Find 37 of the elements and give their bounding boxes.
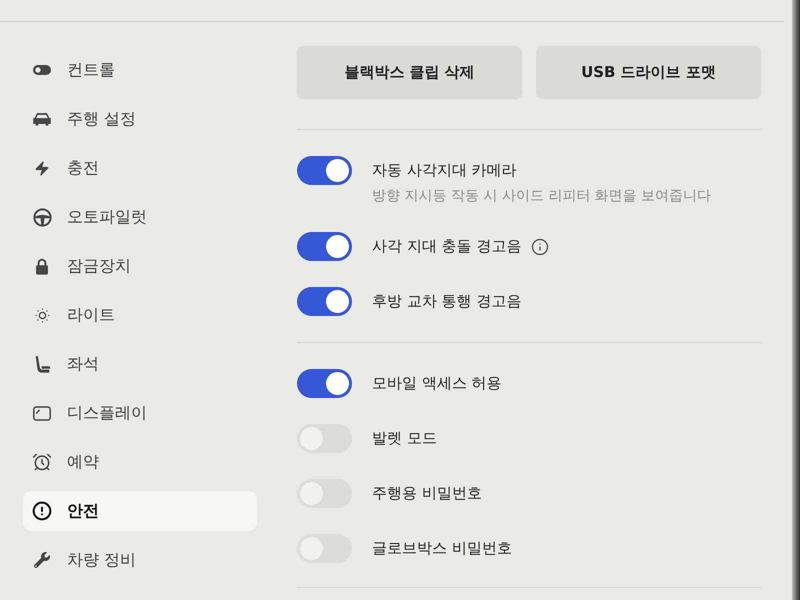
alarm-clock-icon [32,452,52,472]
sidebar-item[interactable]: 오토파일럿 [23,197,153,237]
toggle-switch[interactable] [297,287,352,316]
wrench-icon [34,552,50,568]
sidebar-item[interactable]: 라이트 [23,295,121,335]
sidebar-item[interactable]: 충전 [23,148,105,188]
sidebar-item[interactable]: 주행 설정 [23,99,142,139]
setting-description: 방향 지시등 작동 시 사이드 리피터 화면을 보여줍니다 [372,187,712,206]
setting-label: 사각 지대 충돌 경고음 [372,236,522,258]
sidebar-item[interactable]: 좌석 [23,344,105,384]
setting-label: 모바일 액세스 허용 [372,373,502,394]
sidebar-item[interactable]: 잠금장치 [23,246,137,286]
steering-wheel-icon [32,208,52,226]
setting-label: 후방 교차 통행 경고음 [372,291,522,312]
toggle-icon [33,65,51,75]
alert-icon [32,501,52,521]
lock-icon [35,258,49,274]
lightning-icon [34,158,50,178]
action-button[interactable]: USB 드라이브 포맷 [536,46,761,99]
toggle-switch[interactable] [297,232,352,261]
setting-label: 자동 사각지대 카메라 [372,160,517,182]
setting-label: 주행용 비밀번호 [372,483,482,504]
sidebar-item[interactable]: 예약 [23,442,105,482]
light-icon [32,306,52,324]
display-icon [33,406,51,420]
sidebar-item[interactable]: 컨트롤 [23,50,121,90]
sidebar-item[interactable]: 안전 [23,491,257,531]
seat-icon [34,354,50,374]
sidebar-item[interactable]: 차량 정비 [23,540,142,580]
action-button[interactable]: 블랙박스 클립 삭제 [297,46,522,99]
car-icon [32,112,52,126]
sidebar-item[interactable]: 디스플레이 [23,393,153,433]
toggle-switch[interactable] [297,369,352,398]
info-icon[interactable] [531,238,550,256]
toggle-switch[interactable] [297,156,352,185]
setting-label: 글로브박스 비밀번호 [372,538,512,560]
setting-label: 발렛 모드 [372,428,437,450]
